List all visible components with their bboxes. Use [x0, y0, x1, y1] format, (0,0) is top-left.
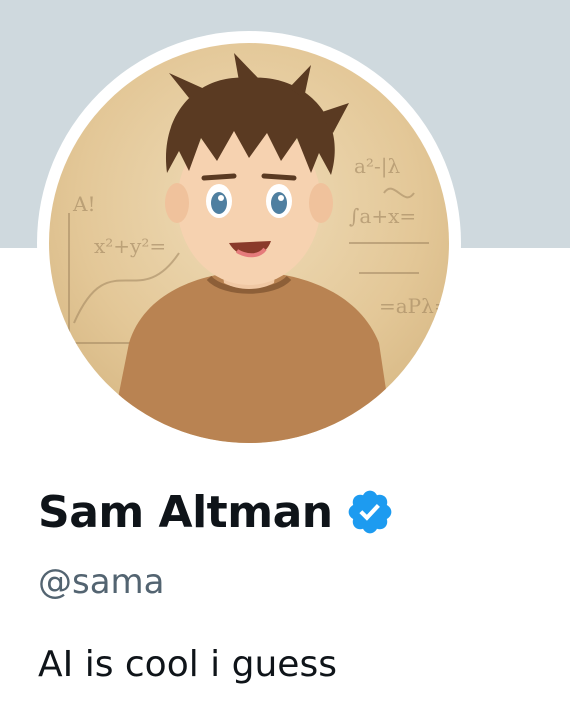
name-row: Sam Altman: [38, 482, 395, 542]
avatar-illustration: A! x²+y²= a²-|λ ∫a+x= =aPλ=: [68, 53, 449, 443]
avatar[interactable]: A! x²+y²= a²-|λ ∫a+x= =aPλ=: [49, 43, 449, 443]
svg-text:a²-|λ: a²-|λ: [354, 154, 400, 179]
svg-text:∫a+x=: ∫a+x=: [349, 204, 416, 228]
display-name: Sam Altman: [38, 486, 333, 538]
svg-text:A!: A!: [72, 192, 95, 216]
svg-text:x²+y²=: x²+y²=: [94, 234, 166, 258]
verified-badge-icon[interactable]: [345, 487, 395, 537]
user-handle[interactable]: @sama: [38, 562, 165, 602]
profile-bio: AI is cool i guess: [38, 644, 337, 685]
svg-text:=aPλ=: =aPλ=: [379, 294, 449, 318]
avatar-ring: A! x²+y²= a²-|λ ∫a+x= =aPλ=: [37, 31, 461, 455]
